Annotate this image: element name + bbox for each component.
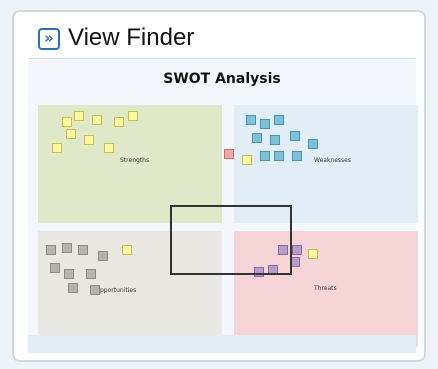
sticky-note[interactable] bbox=[274, 115, 284, 125]
sticky-note[interactable] bbox=[292, 245, 302, 255]
quadrant-label: Weaknesses bbox=[314, 157, 351, 164]
sticky-note[interactable] bbox=[90, 285, 100, 295]
quadrant-label: Strengths bbox=[120, 157, 150, 164]
sticky-note[interactable] bbox=[52, 143, 62, 153]
sticky-note[interactable] bbox=[78, 245, 88, 255]
sticky-note[interactable] bbox=[308, 139, 318, 149]
sticky-note[interactable] bbox=[260, 151, 270, 161]
sticky-note[interactable] bbox=[74, 111, 84, 121]
sticky-note[interactable] bbox=[290, 131, 300, 141]
quadrant-label: Threats bbox=[314, 285, 337, 292]
sticky-note[interactable] bbox=[50, 263, 60, 273]
sticky-note[interactable] bbox=[252, 133, 262, 143]
sticky-note[interactable] bbox=[66, 129, 76, 139]
bottom-strip bbox=[28, 335, 416, 353]
sticky-note[interactable] bbox=[274, 151, 284, 161]
sticky-note[interactable] bbox=[242, 155, 252, 165]
sticky-note[interactable] bbox=[246, 115, 256, 125]
sticky-note[interactable] bbox=[128, 111, 138, 121]
sticky-note[interactable] bbox=[92, 115, 102, 125]
quadrant-label: pportunities bbox=[100, 287, 137, 294]
sticky-note[interactable] bbox=[62, 243, 72, 253]
sticky-note[interactable] bbox=[292, 151, 302, 161]
panel-title: View Finder bbox=[68, 24, 195, 51]
double-chevron-right-icon[interactable]: » bbox=[38, 28, 60, 50]
sticky-note[interactable] bbox=[64, 269, 74, 279]
sticky-note[interactable] bbox=[122, 245, 132, 255]
swot-title: SWOT Analysis bbox=[163, 71, 281, 87]
sticky-note[interactable] bbox=[260, 119, 270, 129]
viewport-rectangle[interactable] bbox=[170, 205, 292, 275]
view-finder-panel: » View Finder SWOT Analysis Strengths We… bbox=[12, 10, 426, 362]
sticky-note[interactable] bbox=[46, 245, 56, 255]
sticky-note[interactable] bbox=[270, 135, 280, 145]
overview-canvas[interactable]: SWOT Analysis Strengths Weaknesses pport… bbox=[28, 58, 418, 353]
sticky-note[interactable] bbox=[308, 249, 318, 259]
sticky-note[interactable] bbox=[104, 143, 114, 153]
sticky-note[interactable] bbox=[86, 269, 96, 279]
panel-header: » View Finder bbox=[14, 12, 424, 58]
sticky-note[interactable] bbox=[98, 251, 108, 261]
sticky-note[interactable] bbox=[68, 283, 78, 293]
sticky-note[interactable] bbox=[114, 117, 124, 127]
sticky-note[interactable] bbox=[84, 135, 94, 145]
sticky-note[interactable] bbox=[224, 149, 234, 159]
sticky-note[interactable] bbox=[62, 117, 72, 127]
